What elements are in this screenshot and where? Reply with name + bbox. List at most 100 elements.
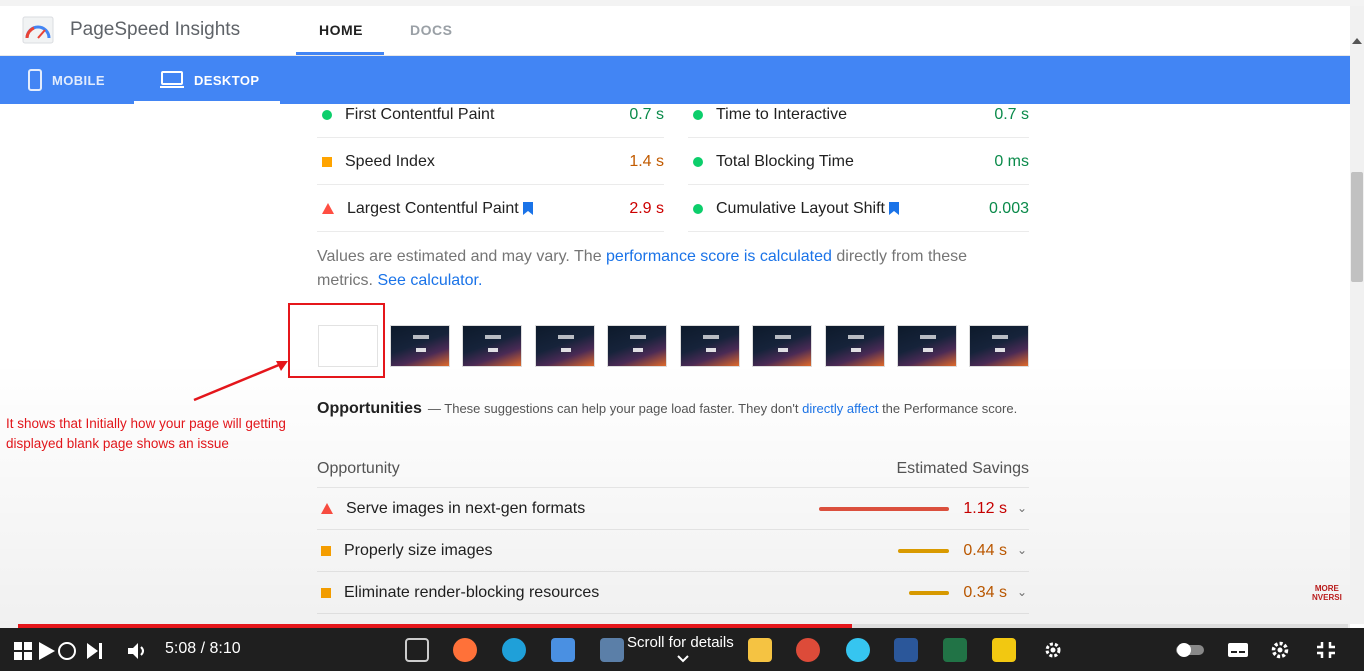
metric-value: 1.4 s [629, 152, 664, 170]
next-video-icon[interactable] [86, 642, 104, 660]
metric-speed-index: Speed Index 1.4 s [317, 139, 664, 185]
filmstrip-frame [897, 325, 957, 367]
device-tab-bar: MOBILE DESKTOP [0, 56, 1350, 104]
filmstrip-frame [462, 325, 522, 367]
filmstrip-frame [390, 325, 450, 367]
metric-label: Time to Interactive [716, 105, 848, 123]
chevron-down-icon[interactable]: ⌄ [1017, 585, 1027, 599]
windows-start-icon[interactable] [14, 642, 32, 660]
edge-icon[interactable] [502, 638, 526, 662]
excel-icon[interactable] [943, 638, 967, 662]
annotation-arrow-icon [193, 360, 288, 402]
filmstrip-frame [535, 325, 595, 367]
scroll-up-arrow-icon[interactable] [1352, 38, 1362, 44]
autoplay-toggle-icon[interactable] [1176, 642, 1204, 658]
metrics-note: Values are estimated and may vary. The p… [317, 245, 1007, 293]
tab-docs[interactable]: DOCS [410, 22, 452, 38]
app-header: PageSpeed Insights HOME DOCS [0, 0, 1364, 56]
fail-triangle-icon [321, 503, 333, 514]
performance-score-link[interactable]: performance score is calculated [606, 248, 832, 265]
metric-label: Cumulative Layout Shift [716, 199, 885, 217]
metric-value: 0.7 s [629, 105, 664, 123]
opportunity-label: Properly size images [344, 541, 493, 559]
browser-top-strip [0, 0, 1364, 6]
filmstrip-frame [969, 325, 1029, 367]
settings-gear-icon[interactable] [1043, 640, 1063, 660]
opportunities-title: Opportunities [317, 400, 422, 417]
search-circle-icon[interactable] [57, 641, 77, 661]
active-device-indicator [134, 101, 280, 104]
savings-bar [898, 549, 949, 553]
savings-value: 0.44 s [963, 541, 1007, 559]
opportunity-label: Serve images in next-gen formats [346, 499, 586, 517]
metric-value: 0.003 [988, 199, 1029, 217]
metric-label: Speed Index [345, 152, 435, 170]
store-icon[interactable] [551, 638, 575, 662]
channel-watermark-logo[interactable]: MORE NVERSI [1312, 584, 1342, 602]
filmstrip-frame [825, 325, 885, 367]
fullscreen-exit-icon[interactable] [1316, 641, 1336, 659]
player-settings-gear-icon[interactable] [1270, 640, 1290, 660]
device-tab-desktop-label: DESKTOP [194, 72, 260, 88]
pass-circle-icon [322, 109, 332, 120]
active-tab-indicator [296, 52, 384, 55]
metric-value: 2.9 s [629, 199, 664, 217]
opportunity-row-render-blocking[interactable]: Eliminate render-blocking resources 0.34… [317, 572, 1029, 614]
metric-time-to-interactive: Time to Interactive 0.7 s [688, 92, 1029, 138]
mobile-phone-icon [28, 69, 42, 91]
filmstrip-frame [680, 325, 740, 367]
word-icon[interactable] [894, 638, 918, 662]
metric-label: Largest Contentful Paint [347, 199, 519, 217]
chrome-icon[interactable] [796, 638, 820, 662]
watermark-line-1: MORE [1314, 584, 1339, 593]
savings-bar [909, 591, 949, 595]
average-square-icon [321, 587, 331, 598]
tab-home[interactable]: HOME [319, 22, 363, 38]
firefox-icon[interactable] [453, 638, 477, 662]
device-tab-desktop[interactable]: DESKTOP [160, 56, 259, 104]
metric-value: 0.7 s [994, 105, 1029, 123]
bookmark-flag-icon[interactable] [888, 202, 899, 215]
see-calculator-link[interactable]: See calculator. [377, 272, 482, 289]
bookmark-flag-icon[interactable] [522, 202, 533, 215]
metric-label: Total Blocking Time [716, 152, 854, 170]
pagespeed-logo-icon [22, 16, 54, 44]
opportunity-row-properly-size-images[interactable]: Properly size images 0.44 s ⌄ [317, 530, 1029, 572]
filmstrip-frame [752, 325, 812, 367]
play-icon[interactable] [38, 641, 56, 661]
scrollbar-thumb[interactable] [1351, 172, 1363, 282]
savings-bar [819, 507, 949, 511]
device-tab-mobile-label: MOBILE [52, 72, 105, 88]
metric-largest-contentful-paint: Largest Contentful Paint 2.9 s [317, 186, 664, 232]
col-opportunity: Opportunity [317, 460, 400, 477]
device-tab-mobile[interactable]: MOBILE [28, 56, 105, 104]
scroll-hint[interactable]: Scroll for details [627, 634, 734, 651]
filmstrip-frame [607, 325, 667, 367]
watermark-line-2: NVERSI [1312, 593, 1342, 602]
task-view-icon[interactable] [405, 638, 429, 662]
note-text: Values are estimated and may vary. The [317, 248, 607, 265]
opportunity-row-next-gen-formats[interactable]: Serve images in next-gen formats 1.12 s … [317, 488, 1029, 530]
slack-icon[interactable] [846, 638, 870, 662]
chevron-down-icon[interactable] [677, 655, 689, 663]
pass-circle-icon [693, 109, 703, 120]
average-square-icon [322, 156, 332, 167]
chevron-down-icon[interactable]: ⌄ [1017, 543, 1027, 557]
sticky-notes-icon[interactable] [992, 638, 1016, 662]
average-square-icon [321, 545, 331, 556]
file-explorer-icon[interactable] [748, 638, 772, 662]
opportunities-header: Opportunities — These suggestions can hel… [317, 396, 1037, 421]
app-icon[interactable] [600, 638, 624, 662]
annotation-highlight-box [288, 303, 385, 378]
opportunities-desc: — These suggestions can help your page l… [427, 401, 803, 416]
metric-total-blocking-time: Total Blocking Time 0 ms [688, 139, 1029, 185]
fail-triangle-icon [322, 203, 334, 214]
chevron-down-icon[interactable]: ⌄ [1017, 501, 1027, 515]
directly-affect-link[interactable]: directly affect [802, 401, 878, 416]
subtitles-icon[interactable] [1227, 642, 1249, 658]
savings-value: 1.12 s [963, 499, 1007, 517]
volume-icon[interactable] [127, 642, 149, 660]
page-scrollbar[interactable] [1350, 6, 1364, 624]
desktop-monitor-icon [160, 71, 184, 88]
col-estimated-savings: Estimated Savings [896, 460, 1029, 477]
